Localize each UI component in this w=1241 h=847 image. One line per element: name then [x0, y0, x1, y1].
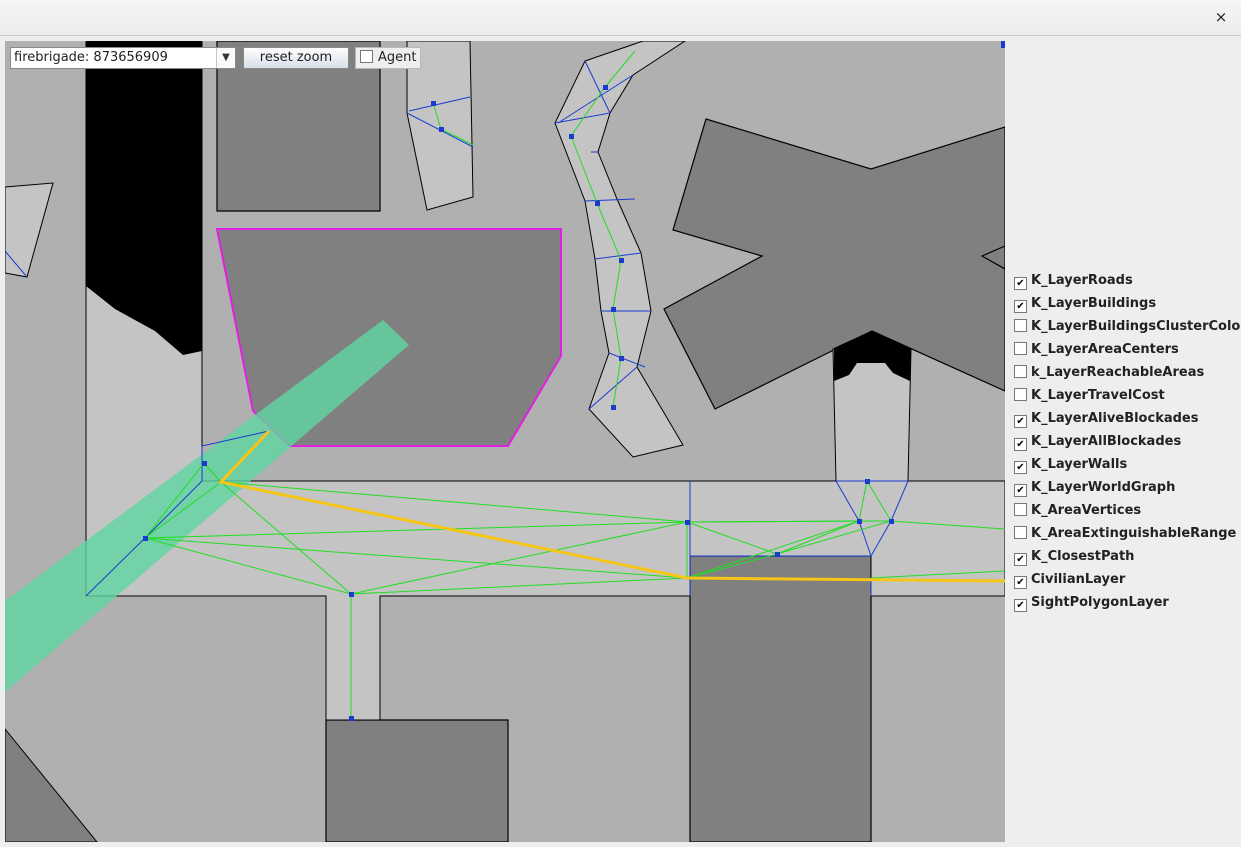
layer-toggle[interactable]: ✔ K_ClosestPath [1014, 545, 1241, 568]
building [325, 719, 509, 842]
layer-label: K_LayerWorldGraph [1031, 480, 1176, 495]
layer-label: K_LayerAllBlockades [1031, 434, 1182, 449]
road [5, 182, 54, 278]
checkbox-icon[interactable] [1014, 342, 1027, 355]
checkbox-icon[interactable] [1014, 388, 1027, 401]
building [5, 728, 98, 842]
layer-label: K_LayerBuildings [1031, 296, 1157, 311]
layer-label: CivilianLayer [1031, 572, 1126, 587]
layer-label: K_LayerBuildingsClusterColor [1031, 319, 1241, 334]
layer-label: K_ClosestPath [1031, 549, 1135, 564]
blockade [1001, 41, 1005, 48]
map-canvas[interactable]: firebrigade: 873656909 ▼ reset zoom Agen… [5, 41, 1005, 842]
layer-toggle[interactable]: ✔ K_LayerWalls [1014, 453, 1241, 476]
checkbox-icon[interactable]: ✔ [1014, 576, 1027, 589]
agent-select-value: firebrigade: 873656909 [14, 50, 168, 65]
layer-label: SightPolygonLayer [1031, 595, 1169, 610]
checkbox-icon[interactable]: ✔ [1014, 484, 1027, 497]
layer-toggle[interactable]: ✔ SightPolygonLayer [1014, 591, 1241, 614]
checkbox-icon[interactable] [360, 50, 373, 63]
layer-label: K_AreaVertices [1031, 503, 1142, 518]
layer-toggle[interactable]: K_LayerTravelCost [1014, 384, 1241, 407]
road [554, 41, 686, 458]
layer-label: K_LayerWalls [1031, 457, 1128, 472]
layer-list: ✔ K_LayerRoads ✔ K_LayerBuildings K_LayerBui… [1014, 269, 1241, 614]
layer-toggle[interactable]: K_AreaVertices [1014, 499, 1241, 522]
checkbox-icon[interactable] [1014, 526, 1027, 539]
agent-checkbox[interactable]: Agent [355, 47, 421, 69]
layer-label: K_AreaExtinguishableRange [1031, 526, 1237, 541]
layer-toggle[interactable]: ✔ K_LayerWorldGraph [1014, 476, 1241, 499]
title-bar: × [0, 0, 1241, 36]
layer-toggle[interactable]: K_LayerAreaCenters [1014, 338, 1241, 361]
layer-label: k_LayerReachableAreas [1031, 365, 1205, 380]
layer-label: K_LayerAliveBlockades [1031, 411, 1199, 426]
layer-label: K_LayerRoads [1031, 273, 1133, 288]
checkbox-icon[interactable]: ✔ [1014, 461, 1027, 474]
layer-toggle[interactable]: ✔ K_LayerRoads [1014, 269, 1241, 292]
checkbox-icon[interactable]: ✔ [1014, 438, 1027, 451]
layer-toggle[interactable]: ✔ K_LayerAliveBlockades [1014, 407, 1241, 430]
close-icon[interactable]: × [1211, 7, 1231, 27]
map-drawing [5, 41, 1005, 842]
agent-select[interactable]: firebrigade: 873656909 ▼ [10, 47, 236, 69]
checkbox-icon[interactable] [1014, 319, 1027, 332]
layer-label: K_LayerTravelCost [1031, 388, 1165, 403]
chevron-down-icon[interactable]: ▼ [216, 48, 235, 68]
layer-toggle[interactable]: ✔ K_LayerAllBlockades [1014, 430, 1241, 453]
layer-toggle[interactable]: K_AreaExtinguishableRange [1014, 522, 1241, 545]
layer-toggle[interactable]: k_LayerReachableAreas [1014, 361, 1241, 384]
checkbox-icon[interactable]: ✔ [1014, 599, 1027, 612]
layer-toggle[interactable]: ✔ CivilianLayer [1014, 568, 1241, 591]
layer-toggle[interactable]: ✔ K_LayerBuildings [1014, 292, 1241, 315]
checkbox-icon[interactable]: ✔ [1014, 415, 1027, 428]
building [689, 555, 872, 842]
checkbox-icon[interactable]: ✔ [1014, 553, 1027, 566]
checkbox-icon[interactable] [1014, 503, 1027, 516]
layer-label: K_LayerAreaCenters [1031, 342, 1179, 357]
agent-checkbox-label: Agent [378, 50, 417, 65]
checkbox-icon[interactable]: ✔ [1014, 277, 1027, 290]
reset-zoom-button[interactable]: reset zoom [243, 47, 349, 69]
checkbox-icon[interactable] [1014, 365, 1027, 378]
checkbox-icon[interactable]: ✔ [1014, 300, 1027, 313]
layer-toggle[interactable]: K_LayerBuildingsClusterColor [1014, 315, 1241, 338]
